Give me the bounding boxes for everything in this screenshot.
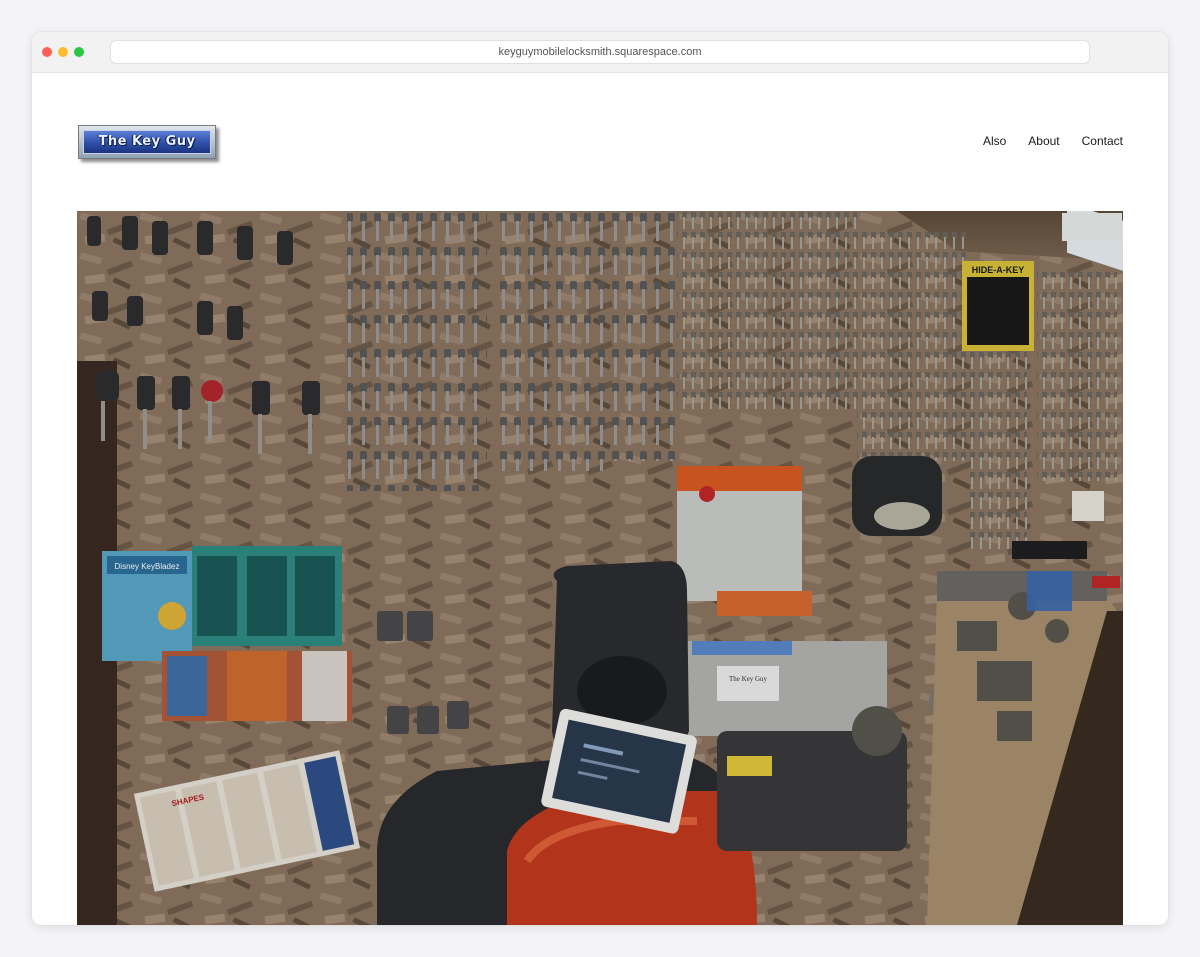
nav-link-also[interactable]: Also: [983, 134, 1006, 148]
nav-link-contact[interactable]: Contact: [1082, 134, 1123, 148]
close-window-button[interactable]: [42, 47, 52, 57]
maximize-window-button[interactable]: [74, 47, 84, 57]
site-logo[interactable]: The Key Guy: [78, 125, 216, 159]
locksmith-workshop-photo: HIDE-A-KEY Disney KeyBladez SHAPES The K…: [77, 211, 1123, 925]
hero-image: HIDE-A-KEY Disney KeyBladez SHAPES The K…: [77, 211, 1123, 925]
browser-toolbar: keyguymobilelocksmith.squarespace.com: [32, 32, 1168, 73]
minimize-window-button[interactable]: [58, 47, 68, 57]
address-bar[interactable]: keyguymobilelocksmith.squarespace.com: [110, 40, 1090, 64]
site-logo-text: The Key Guy: [83, 130, 211, 154]
site-navigation: Also About Contact: [983, 134, 1123, 148]
web-page: The Key Guy Also About Contact HIDE-A-KE…: [32, 73, 1168, 925]
browser-window: keyguymobilelocksmith.squarespace.com Th…: [32, 32, 1168, 925]
nav-link-about[interactable]: About: [1028, 134, 1059, 148]
